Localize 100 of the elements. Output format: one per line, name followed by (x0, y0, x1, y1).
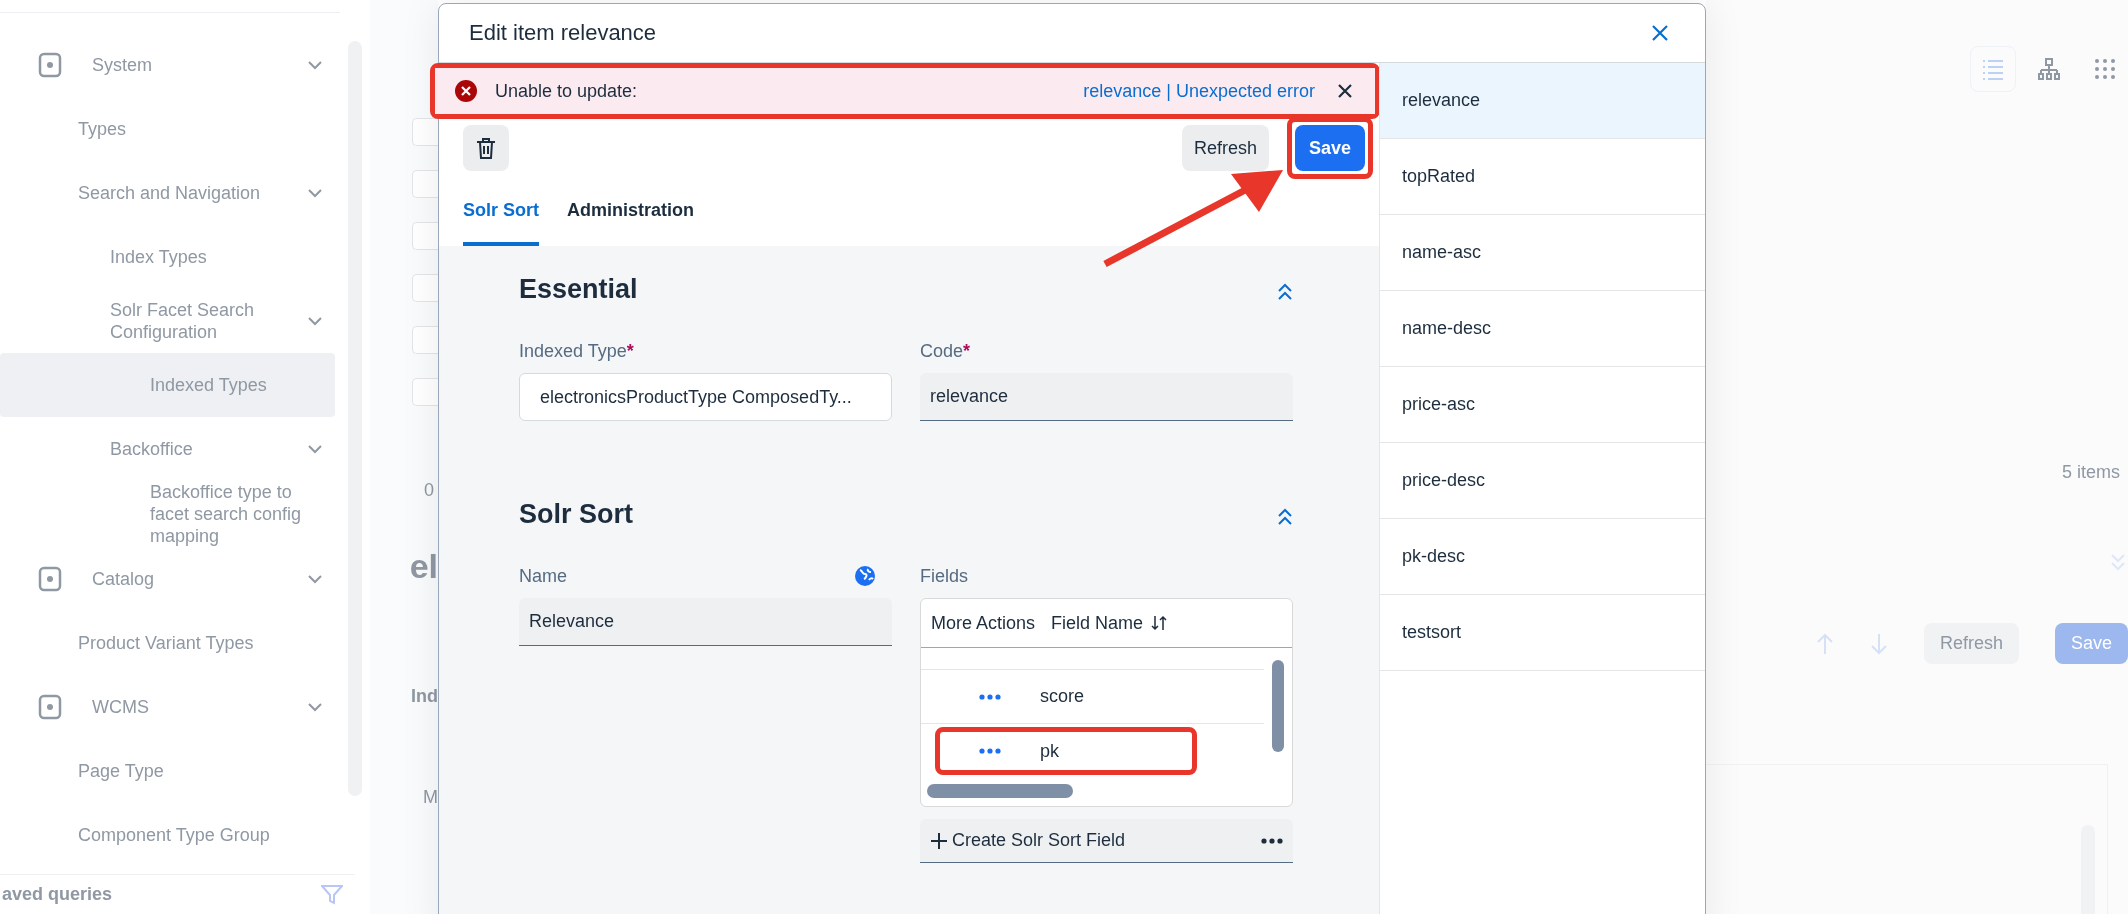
input-field[interactable]: Relevance (519, 598, 892, 646)
sidebar-item[interactable]: Backoffice (0, 417, 335, 481)
item-count: 5 items (2061, 462, 2120, 483)
page-number: 0 (424, 480, 434, 501)
globe-icon[interactable] (854, 565, 876, 587)
sidebar-label: Indexed Types (150, 374, 268, 396)
table-cell: score (1040, 686, 1084, 707)
section-label: Ind (411, 686, 438, 707)
sidebar-item[interactable]: Search and Navigation (0, 161, 335, 225)
column-header: More Actions (931, 612, 1036, 634)
list-icon (1981, 57, 2005, 81)
sidebar-item[interactable]: Catalog (0, 547, 335, 611)
sidebar-item[interactable]: Indexed Types (0, 353, 335, 417)
column-header[interactable]: Field Name (1051, 612, 1168, 634)
sidebar-label: Catalog (92, 568, 156, 590)
sidebar-item[interactable]: Product Variant Types (0, 611, 335, 675)
sidebar-label: Backoffice type to facet search config mapping (150, 481, 303, 547)
heading-text: el (409, 547, 438, 586)
sidebar-item[interactable]: Page Type (0, 739, 335, 803)
sidebar-item[interactable]: Solr Facet Search Configuration (0, 289, 335, 353)
sidebar-label: WCMS (92, 696, 150, 718)
collapse-icon[interactable] (1277, 283, 1293, 301)
chevron-icon (307, 444, 323, 454)
collapse-icon[interactable] (1277, 508, 1293, 526)
required-mark: * (963, 340, 971, 361)
delete-button[interactable] (463, 125, 509, 171)
chevron-icon (307, 574, 323, 584)
sidebar-label: Solr Facet Search Configuration (110, 299, 256, 343)
chevron-icon (307, 316, 323, 326)
more-icon (979, 748, 1001, 754)
list-item[interactable]: testsort (1380, 595, 1705, 671)
field-label: Name (519, 565, 567, 587)
refresh-button[interactable]: Refresh (1181, 125, 1269, 171)
category-icon (38, 566, 62, 592)
chevron-icon (307, 60, 323, 70)
sidebar-label: Page Type (78, 760, 165, 782)
sidebar-item[interactable]: Types (0, 97, 335, 161)
required-mark: * (626, 340, 634, 361)
sidebar-item[interactable]: System (0, 33, 335, 97)
list-item[interactable]: name-desc (1380, 291, 1705, 367)
close-icon (1337, 83, 1353, 99)
column-label: M (423, 787, 438, 808)
sidebar-label: Product Variant Types (78, 632, 255, 654)
field-label: Code* (920, 340, 971, 362)
list-item[interactable]: price-desc (1380, 443, 1705, 519)
more-icon (979, 693, 1001, 700)
hierarchy-icon (2037, 57, 2061, 81)
sidebar-label: Types (78, 118, 128, 140)
checkbox[interactable] (412, 170, 438, 198)
error-message: Unable to update: (495, 80, 639, 102)
error-icon (455, 80, 477, 102)
input-field[interactable]: relevance (920, 373, 1293, 421)
more-icon (1261, 837, 1283, 844)
checkbox[interactable] (412, 378, 438, 406)
plus-icon (930, 831, 948, 850)
list-item[interactable]: topRated (1380, 139, 1705, 215)
trash-icon (476, 137, 496, 159)
create-button[interactable]: Create Solr Sort Field (920, 819, 1293, 863)
checkbox[interactable] (412, 118, 438, 146)
tab[interactable]: Administration (567, 189, 695, 246)
field-label: Fields (920, 565, 968, 587)
close-icon (1651, 24, 1669, 42)
sidebar-item[interactable]: Backoffice type to facet search config mapping (0, 481, 335, 547)
list-item[interactable]: pk-desc (1380, 519, 1705, 595)
section-title: Essential (519, 274, 638, 305)
scrollbar-thumb[interactable] (1272, 660, 1284, 752)
checkbox[interactable] (412, 326, 438, 354)
list-item[interactable]: price-asc (1380, 367, 1705, 443)
list-item[interactable]: relevance (1380, 63, 1705, 139)
sort-icon (1151, 615, 1168, 631)
checkbox[interactable] (412, 222, 438, 250)
filter-icon[interactable] (321, 884, 343, 905)
table-cell: pk (1040, 740, 1059, 762)
view-mode-button[interactable] (1970, 46, 2016, 92)
field-label: Indexed Type* (519, 340, 634, 362)
reference-field[interactable]: electronicsProductType ComposedTy... (519, 373, 892, 421)
arrow-down-icon[interactable] (1869, 632, 1888, 655)
checkbox[interactable] (412, 274, 438, 302)
category-icon (38, 52, 62, 78)
sidebar-label: Index Types (110, 246, 208, 268)
category-icon (38, 694, 62, 720)
arrow-up-icon[interactable] (1815, 632, 1834, 655)
sidebar-label: Search and Navigation (78, 182, 262, 204)
save-button[interactable]: Save (1294, 125, 1365, 171)
list-item[interactable]: name-asc (1380, 215, 1705, 291)
dialog-title: Edit item relevance (469, 20, 657, 46)
background-button[interactable]: Refresh (1923, 623, 2019, 664)
sidebar-label: Component Type Group (78, 824, 271, 846)
chevron-icon (307, 702, 323, 712)
scrollbar-thumb[interactable] (927, 784, 1073, 798)
section-title: Solr Sort (519, 499, 633, 530)
chevron-icon (307, 188, 323, 198)
sidebar-label: Backoffice (110, 438, 194, 460)
sidebar-item[interactable]: WCMS (0, 675, 335, 739)
sidebar-label: System (92, 54, 153, 76)
sidebar-item[interactable]: Component Type Group (0, 803, 335, 867)
sidebar-item[interactable]: Index Types (0, 225, 335, 289)
saved-queries-title: aved queries (2, 884, 113, 905)
error-link[interactable]: relevance | Unexpected error (1083, 80, 1315, 102)
grid-icon (2093, 57, 2117, 81)
